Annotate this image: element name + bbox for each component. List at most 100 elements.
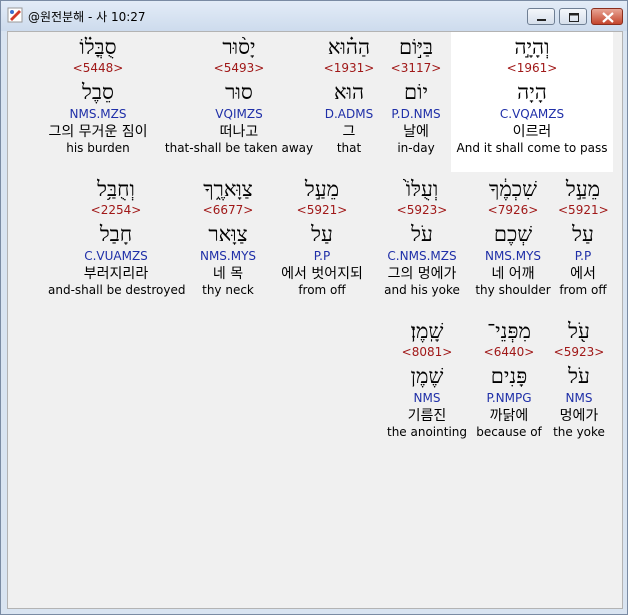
korean-gloss: 네 어깨 — [491, 266, 535, 282]
hebrew-word: עֹ֖ל — [568, 319, 590, 343]
english-gloss: the anointing — [386, 425, 467, 439]
strong-number[interactable]: <6677> — [188, 202, 268, 218]
word-cell-selected[interactable]: וְהָיָ֣ה <1961> הָיָה C.VQAMZS 이르러 And i… — [451, 32, 613, 172]
analysis-panel: סֻבֳּל֗וֹ <5448> סֵבֶל NMS.MZS 그의 무거운 짐이… — [7, 31, 623, 609]
strong-number[interactable]: <3117> — [384, 60, 448, 76]
hebrew-lemma: יוֹם — [404, 80, 428, 104]
hebrew-lemma: סוּר — [225, 80, 253, 104]
korean-gloss: 기름진 — [407, 408, 447, 424]
close-icon — [602, 12, 614, 23]
strong-number[interactable]: <5923> — [376, 202, 468, 218]
word-cell[interactable]: עֹ֖ל <5923> עֹל NMS 멍에가 the yoke — [548, 318, 610, 440]
english-gloss: that — [336, 141, 362, 155]
hebrew-word: שִׁכְמֶ֔ךָ — [489, 177, 537, 201]
english-gloss: and-shall be destroyed — [48, 283, 186, 297]
strong-number[interactable]: <1961> — [451, 60, 613, 76]
app-icon[interactable] — [7, 7, 23, 23]
strong-number[interactable]: <7926> — [470, 202, 556, 218]
maximize-icon — [569, 13, 579, 22]
morphology-code: C.NMS.MZS — [387, 249, 457, 263]
strong-number[interactable]: <5921> — [270, 202, 374, 218]
english-gloss: in-day — [397, 141, 435, 155]
morphology-code: P.D.NMS — [391, 107, 441, 121]
morphology-code: VQIMZS — [215, 107, 263, 121]
hebrew-word: מֵעַ֣ל — [565, 177, 601, 201]
hebrew-word: וְחֻבַּ֥ל — [97, 177, 135, 201]
hebrew-lemma: שֶׁמֶן — [410, 364, 444, 388]
korean-gloss: 떠나고 — [219, 124, 259, 140]
word-cell[interactable]: סֻבֳּל֗וֹ <5448> סֵבֶל NMS.MZS 그의 무거운 짐이… — [36, 34, 160, 156]
english-gloss: from off — [559, 283, 607, 297]
morphology-code: P.P — [574, 249, 592, 263]
hebrew-word: צַוָּארֶ֑ךָ — [203, 177, 253, 201]
strong-number[interactable]: <5493> — [164, 60, 314, 76]
strong-number[interactable]: <2254> — [48, 202, 184, 218]
hebrew-lemma: חָבַל — [99, 222, 133, 246]
morphology-code: NMS — [413, 391, 441, 405]
korean-gloss: 그 — [342, 124, 356, 140]
english-gloss: his burden — [66, 141, 130, 155]
hebrew-lemma: פָּנִים — [490, 364, 528, 388]
korean-gloss: 그의 무거운 짐이 — [48, 124, 148, 140]
hebrew-lemma: הוּא — [333, 80, 365, 104]
word-cell[interactable]: שִׁכְמֶ֔ךָ <7926> שְׁכֶם NMS.MYS 네 어깨 th… — [470, 176, 556, 298]
word-cell[interactable]: יָס֨וּר <5493> סוּר VQIMZS 떠나고 that-shal… — [164, 34, 314, 156]
english-gloss: from off — [298, 283, 346, 297]
hebrew-word: מֵעַ֣ל — [304, 177, 340, 201]
minimize-button[interactable] — [527, 8, 555, 25]
word-cell[interactable]: צַוָּארֶ֑ךָ <6677> צַוָּאר NMS.MYS 네 목 t… — [188, 176, 268, 298]
hebrew-word: הַה֗וּא — [327, 35, 371, 59]
word-cell[interactable]: הַה֗וּא <1931> הוּא D.ADMS 그 that — [316, 34, 382, 156]
window-title: @원전분해 - 사 10:27 — [28, 10, 146, 24]
strong-number[interactable]: <5448> — [36, 60, 160, 76]
korean-gloss: 부러지리라 — [83, 266, 149, 282]
strong-number[interactable]: <5921> — [558, 202, 609, 218]
close-button[interactable] — [591, 8, 623, 25]
morphology-code: C.VQAMZS — [499, 107, 565, 121]
hebrew-word: יָס֨וּר — [222, 35, 256, 59]
korean-gloss: 네 목 — [212, 266, 244, 282]
app-window: @원전분해 - 사 10:27 סֻבֳּל֗וֹ <5448> סֵבֶל N… — [0, 0, 628, 615]
word-cell[interactable]: בַּיּ֣וֹם <3117> יוֹם P.D.NMS 날에 in-day — [384, 34, 448, 156]
word-cell[interactable]: מִפְּנֵי־ <6440> פָּנִים P.NMPG 까닭에 beca… — [472, 318, 546, 440]
hebrew-word: סֻבֳּל֗וֹ — [79, 35, 117, 59]
hebrew-word: וְהָיָ֣ה — [514, 35, 550, 59]
english-gloss: and his yoke — [384, 283, 460, 297]
english-gloss: thy shoulder — [475, 283, 551, 297]
korean-gloss: 에서 벗어지되 — [281, 266, 363, 282]
morphology-code: NMS — [565, 391, 593, 405]
hebrew-word: שָֽׁמֶן׃ — [410, 319, 444, 343]
hebrew-lemma: עֹל — [568, 364, 590, 388]
hebrew-lemma: עֹל — [411, 222, 433, 246]
strong-number[interactable]: <1931> — [316, 60, 382, 76]
morphology-code: P.NMPG — [486, 391, 532, 405]
maximize-button[interactable] — [559, 8, 587, 25]
hebrew-lemma: עַל — [311, 222, 333, 246]
word-cell[interactable]: וְעֻלּוֹ֙ <5923> עֹל C.NMS.MZS 그의 멍에가 an… — [376, 176, 468, 298]
hebrew-lemma: הָיָה — [517, 80, 547, 104]
word-cell[interactable]: שָֽׁמֶן׃ <8081> שֶׁמֶן NMS 기름진 the anoin… — [386, 318, 468, 440]
morphology-code: C.VUAMZS — [84, 249, 148, 263]
korean-gloss: 에서 — [570, 266, 596, 282]
english-gloss: the yoke — [553, 425, 605, 439]
english-gloss: thy neck — [202, 283, 254, 297]
korean-gloss: 멍에가 — [559, 408, 599, 424]
morphology-code: D.ADMS — [324, 107, 374, 121]
word-cell[interactable]: מֵעַ֣ל <5921> עַל P.P 에서 벗어지되 from off — [270, 176, 374, 298]
morphology-code: P.P — [313, 249, 331, 263]
strong-number[interactable]: <5923> — [548, 344, 610, 360]
hebrew-word: מִפְּנֵי־ — [487, 319, 531, 343]
strong-number[interactable]: <8081> — [386, 344, 468, 360]
hebrew-lemma: עַל — [572, 222, 594, 246]
strong-number[interactable]: <6440> — [472, 344, 546, 360]
word-cell[interactable]: מֵעַ֣ל <5921> עַל P.P 에서 from off — [558, 176, 609, 298]
korean-gloss: 날에 — [403, 124, 429, 140]
hebrew-word: וְעֻלּוֹ֙ — [405, 177, 439, 201]
word-cell[interactable]: וְחֻבַּ֥ל <2254> חָבַל C.VUAMZS 부러지리라 an… — [48, 176, 186, 298]
english-gloss: that-shall be taken away — [164, 141, 314, 155]
title-bar[interactable]: @원전분해 - 사 10:27 — [1, 1, 627, 31]
hebrew-lemma: שְׁכֶם — [493, 222, 533, 246]
korean-gloss: 그의 멍에가 — [387, 266, 457, 282]
hebrew-word: בַּיּ֣וֹם — [398, 35, 434, 59]
minimize-icon — [537, 19, 546, 21]
